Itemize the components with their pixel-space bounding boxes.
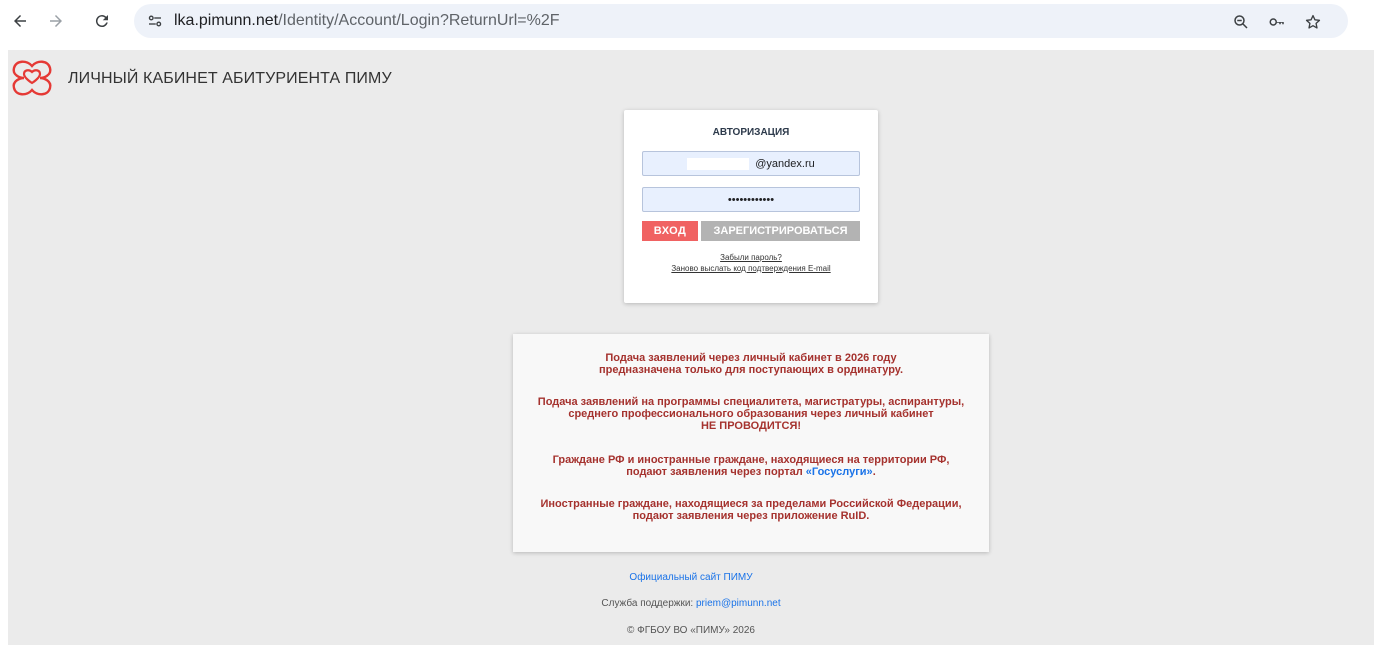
notice-paragraph-1: Подача заявлений через личный кабинет в … xyxy=(513,352,989,376)
admission-notice-card: Подача заявлений через личный кабинет в … xyxy=(513,334,989,552)
notice-paragraph-2: Подача заявлений на программы специалите… xyxy=(513,396,989,432)
register-button[interactable]: ЗАРЕГИСТРИРОВАТЬСЯ xyxy=(701,221,860,241)
url-host: lka.pimunn.net xyxy=(174,12,279,29)
support-email-link[interactable]: priem@pimunn.net xyxy=(696,598,781,609)
notice-line: Граждане РФ и иностранные граждане, нахо… xyxy=(552,454,950,466)
reload-icon[interactable] xyxy=(88,7,116,35)
support-line: Служба поддержки: priem@pimunn.net xyxy=(8,598,1374,609)
password-value: •••••••••••• xyxy=(727,193,775,206)
notice-line: НЕ ПРОВОДИТСЯ! xyxy=(700,420,802,432)
notice-text: подают заявления через портал xyxy=(626,466,803,478)
notice-line: подают заявления через портал «Госуслуги… xyxy=(513,466,989,478)
login-title: АВТОРИЗАЦИЯ xyxy=(712,127,790,138)
email-value: @yandex.ru xyxy=(755,157,815,170)
zoom-icon[interactable] xyxy=(1230,11,1252,33)
password-field[interactable]: •••••••••••• xyxy=(642,187,860,212)
notice-paragraph-3: Граждане РФ и иностранные граждане, нахо… xyxy=(513,454,989,478)
resend-confirmation-link[interactable]: Заново выслать код подтверждения E-mail xyxy=(624,264,878,273)
site-settings-icon[interactable] xyxy=(144,10,166,32)
copyright: © ФГБОУ ВО «ПИМУ» 2026 xyxy=(627,625,755,636)
url-path: /Identity/Account/Login?ReturnUrl=%2F xyxy=(278,12,560,29)
notice-line: Подача заявлений на программы специалите… xyxy=(537,396,965,408)
notice-line: подают заявления через приложение RuID. xyxy=(632,510,870,522)
official-site-text[interactable]: Официальный сайт ПИМУ xyxy=(629,572,752,583)
address-bar[interactable]: lka.pimunn.net/Identity/Account/Login?Re… xyxy=(134,4,1348,38)
email-field[interactable]: @yandex.ru xyxy=(642,151,860,176)
notice-line: Иностранные граждане, находящиеся за пре… xyxy=(540,498,962,510)
notice-paragraph-4: Иностранные граждане, находящиеся за пре… xyxy=(513,498,989,522)
page-viewport: ЛИЧНЫЙ КАБИНЕТ АБИТУРИЕНТА ПИМУ АВТОРИЗА… xyxy=(8,50,1374,645)
forgot-password-link[interactable]: Забыли пароль? xyxy=(624,253,878,262)
notice-line: среднего профессионального образования ч… xyxy=(568,408,934,420)
bookmark-star-icon[interactable] xyxy=(1302,11,1324,33)
notice-line: Подача заявлений через личный кабинет в … xyxy=(605,352,897,364)
forward-icon[interactable] xyxy=(42,7,70,35)
support-label: Служба поддержки: xyxy=(601,598,694,609)
gosuslugi-link[interactable]: «Госуслуги» xyxy=(806,466,873,478)
login-button[interactable]: ВХОД xyxy=(642,221,698,241)
login-card: АВТОРИЗАЦИЯ @yandex.ru •••••••••••• ВХОД… xyxy=(624,110,878,303)
back-icon[interactable] xyxy=(6,7,34,35)
official-site-link[interactable]: Официальный сайт ПИМУ xyxy=(8,572,1374,583)
url-text[interactable]: lka.pimunn.net/Identity/Account/Login?Re… xyxy=(174,11,560,31)
redacted-email-mask xyxy=(687,157,750,170)
browser-toolbar: lka.pimunn.net/Identity/Account/Login?Re… xyxy=(0,0,1374,44)
notice-text: . xyxy=(872,466,876,478)
site-title: ЛИЧНЫЙ КАБИНЕТ АБИТУРИЕНТА ПИМУ xyxy=(68,70,392,87)
pimu-logo-icon xyxy=(12,60,52,96)
password-key-icon[interactable] xyxy=(1266,11,1288,33)
notice-line: предназначена только для поступающих в о… xyxy=(598,364,904,376)
